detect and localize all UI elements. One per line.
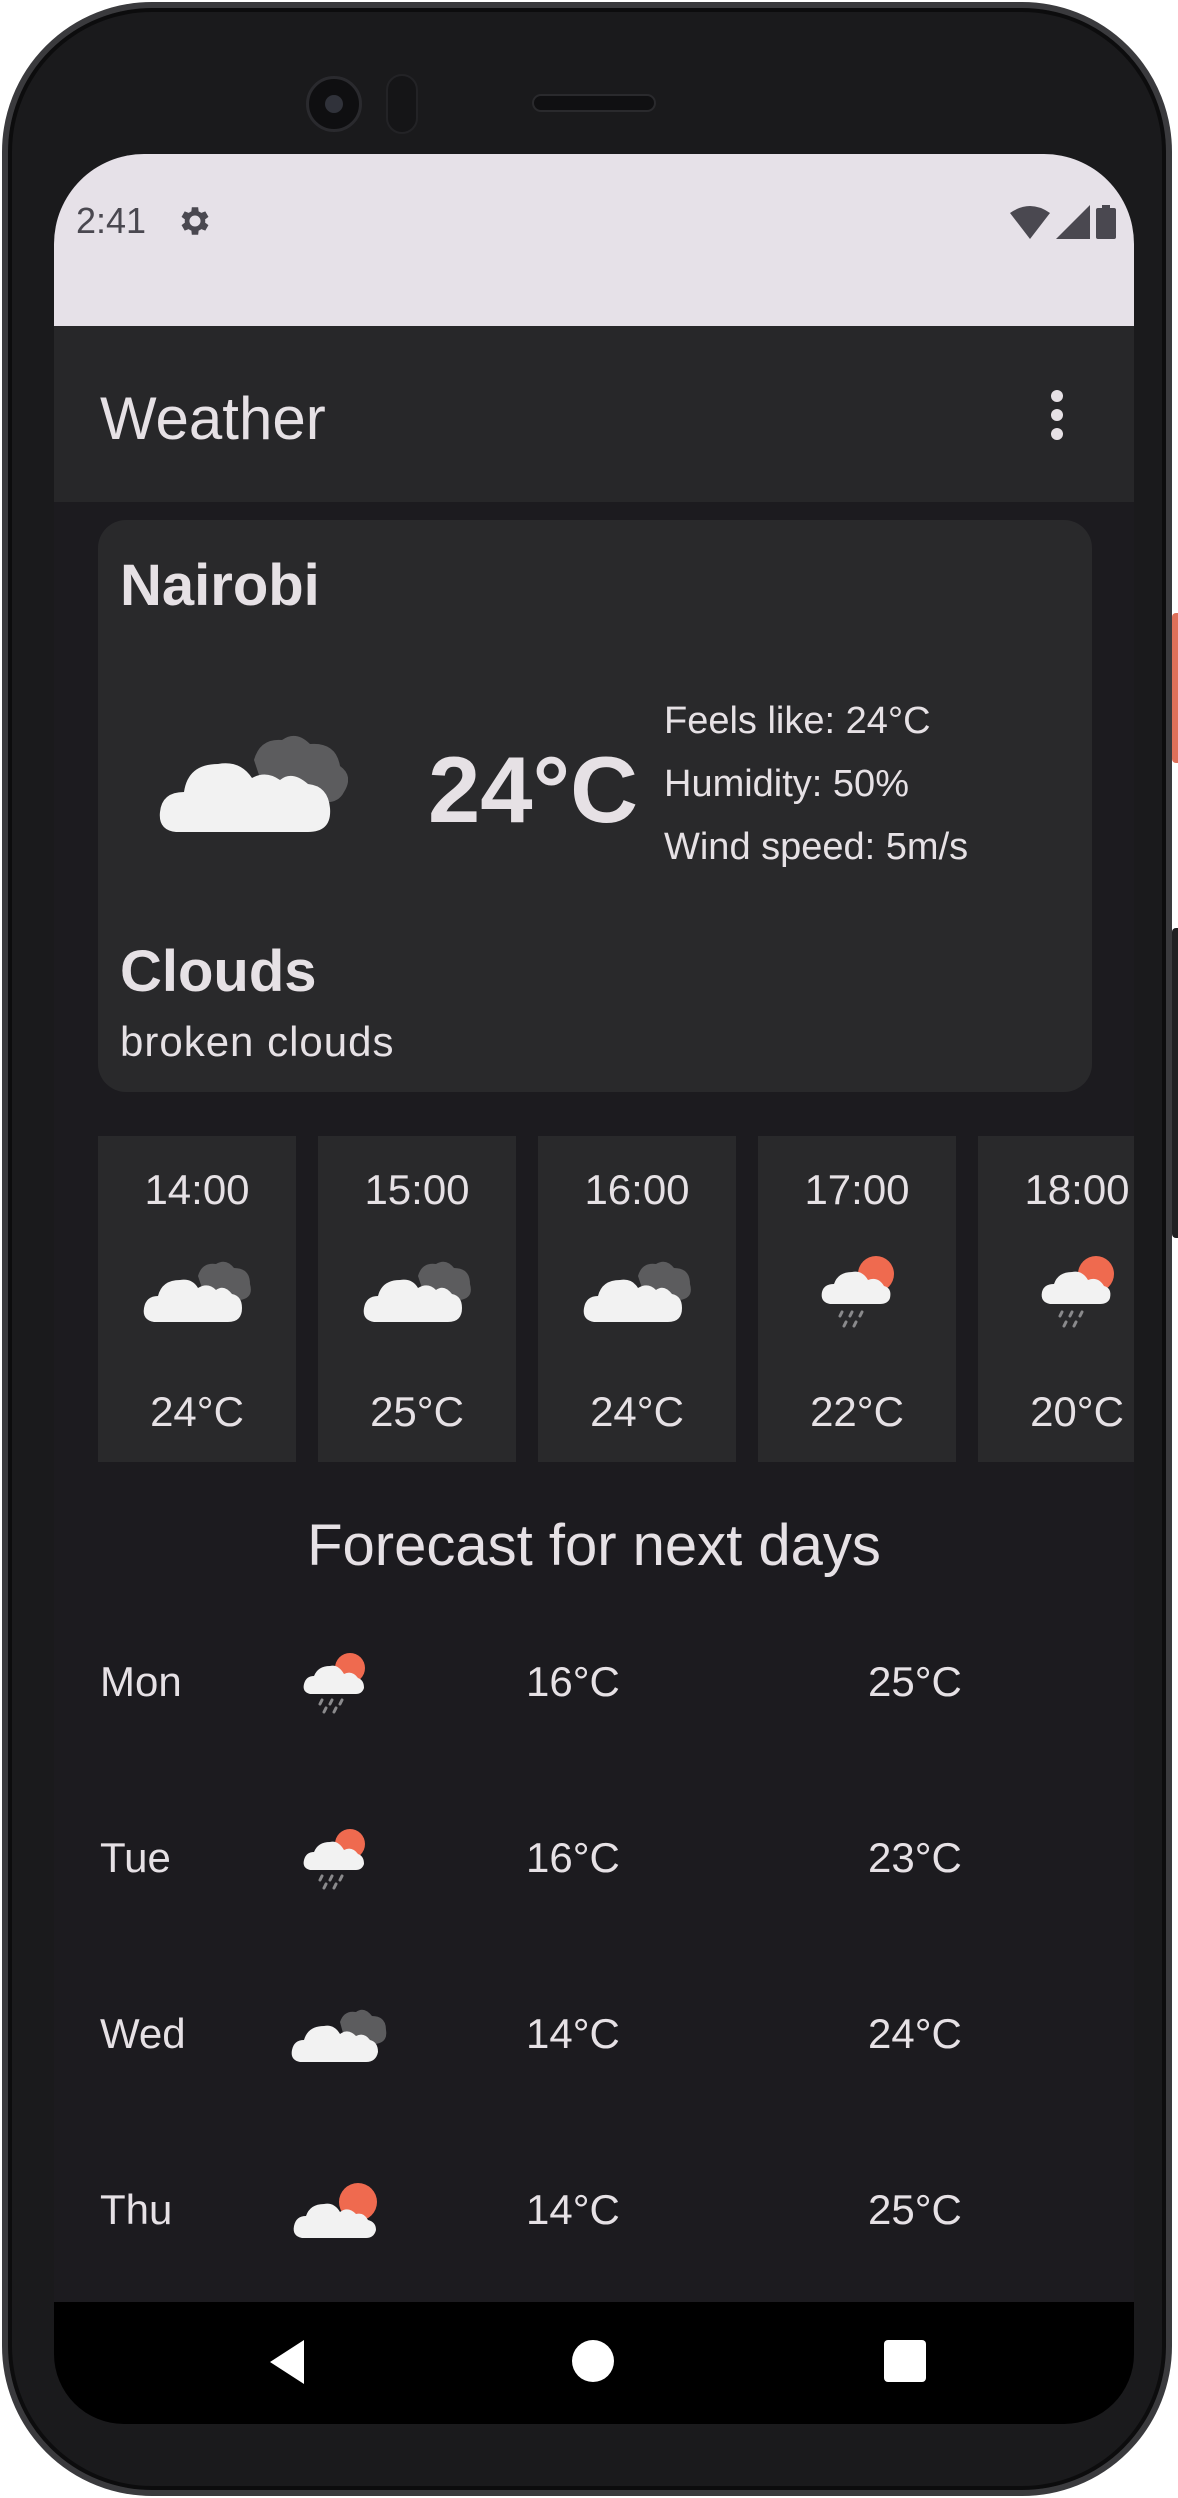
hour-time: 16:00 <box>584 1166 690 1213</box>
humidity: Humidity: 50% <box>664 763 909 805</box>
day-low-temp: 14°C <box>526 2186 620 2233</box>
rain-sun-icon <box>1041 1256 1114 1328</box>
hour-time: 18:00 <box>1024 1166 1130 1213</box>
weather-details: Feels like: 24°C Humidity: 50% Wind spee… <box>664 690 968 879</box>
hour-temp: 24°C <box>590 1388 684 1435</box>
battery-icon <box>1096 205 1116 239</box>
broken-clouds-icon <box>583 1261 691 1322</box>
wind-speed: Wind speed: 5m/s <box>664 826 969 868</box>
day-name: Thu <box>100 2186 173 2233</box>
hour-card[interactable]: 17:00 22°C <box>758 1136 956 1462</box>
app-bar: Weather <box>54 326 1134 502</box>
gear-icon <box>181 207 209 235</box>
back-icon[interactable] <box>260 2332 320 2392</box>
forecast-row[interactable]: Mon 16°C 25°C <box>54 1636 1134 1726</box>
phone-frame: 2:41 Weather Nairobi 24°C Feels like: 24… <box>2 2 1178 2496</box>
hour-time: 14:00 <box>144 1166 250 1213</box>
forecast-row[interactable]: Wed 14°C 24°C <box>54 1988 1134 2078</box>
proximity-sensor <box>386 74 418 134</box>
hour-temp: 24°C <box>150 1388 244 1435</box>
day-low-temp: 14°C <box>526 2010 620 2057</box>
earpiece-speaker <box>532 94 656 112</box>
broken-clouds-icon <box>159 735 348 832</box>
forecast-row[interactable]: Thu 14°C 25°C <box>54 2164 1134 2254</box>
screen: 2:41 Weather Nairobi 24°C Feels like: 24… <box>54 154 1134 2424</box>
recents-icon[interactable] <box>884 2340 926 2382</box>
day-high-temp: 25°C <box>868 1658 962 1705</box>
weather-condition: Clouds <box>120 939 317 1004</box>
hour-time: 15:00 <box>364 1166 470 1213</box>
day-low-temp: 16°C <box>526 1834 620 1881</box>
hour-time: 17:00 <box>804 1166 910 1213</box>
day-low-temp: 16°C <box>526 1658 620 1705</box>
wifi-icon <box>1010 206 1050 239</box>
hourly-forecast[interactable]: 14:00 24°C 15:00 25°C 16:00 24°C 17:00 2… <box>98 1136 1134 1462</box>
rain-sun-icon <box>821 1256 894 1328</box>
front-camera <box>306 76 362 132</box>
status-icons <box>1010 204 1116 240</box>
home-icon[interactable] <box>572 2340 614 2382</box>
power-button <box>1172 613 1178 763</box>
day-name: Mon <box>100 1658 182 1705</box>
forecast-row[interactable]: Tue 16°C 23°C <box>54 1812 1134 1902</box>
hour-card[interactable]: 18:00 20°C <box>978 1136 1134 1462</box>
hour-temp: 20°C <box>1030 1388 1124 1435</box>
hour-temp: 25°C <box>370 1388 464 1435</box>
weather-description: broken clouds <box>120 1018 395 1065</box>
more-vert-icon[interactable] <box>1042 390 1072 440</box>
current-temperature: 24°C <box>428 737 639 842</box>
hour-card[interactable]: 16:00 24°C <box>538 1136 736 1462</box>
rain-sun-icon <box>303 1653 365 1714</box>
broken-clouds-icon <box>291 2009 387 2062</box>
volume-button <box>1172 928 1178 1238</box>
broken-clouds-icon <box>143 1261 251 1322</box>
rain-sun-icon <box>303 1829 365 1890</box>
hour-card[interactable]: 15:00 25°C <box>318 1136 516 1462</box>
day-high-temp: 25°C <box>868 2186 962 2233</box>
feels-like: Feels like: 24°C <box>664 700 931 742</box>
day-name: Wed <box>100 2010 186 2057</box>
app-title: Weather <box>100 385 326 452</box>
hour-card[interactable]: 14:00 24°C <box>98 1136 296 1462</box>
signal-icon <box>1056 205 1090 239</box>
forecast-title: Forecast for next days <box>307 1513 881 1578</box>
day-high-temp: 23°C <box>868 1834 962 1881</box>
day-high-temp: 24°C <box>868 2010 962 2057</box>
day-name: Tue <box>100 1834 171 1881</box>
city-name: Nairobi <box>120 553 320 618</box>
few-clouds-icon <box>293 2183 377 2238</box>
status-time: 2:41 <box>76 200 147 241</box>
navigation-bar <box>54 2302 1134 2424</box>
current-weather-card: Nairobi 24°C Feels like: 24°C Humidity: … <box>98 520 1092 1092</box>
hour-temp: 22°C <box>810 1388 904 1435</box>
broken-clouds-icon <box>363 1261 471 1322</box>
status-bar: 2:41 <box>54 154 1134 326</box>
